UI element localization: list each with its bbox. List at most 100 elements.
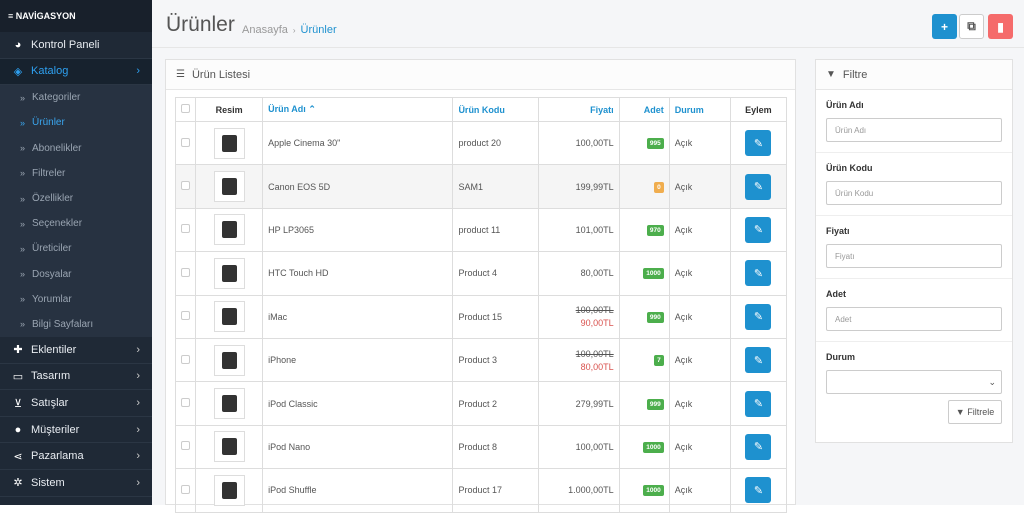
panel-title: Filtre (842, 68, 868, 81)
row-checkbox[interactable] (181, 181, 191, 191)
user-icon: ● (14, 423, 22, 436)
sidebar-subitem-information[interactable]: » Bilgi Sayfaları (0, 312, 152, 337)
status-cell: Açık (668, 468, 731, 513)
sidebar-item-system[interactable]: ✲ Sistem › (0, 470, 152, 497)
add-button[interactable]: + (932, 14, 957, 39)
row-checkbox[interactable] (181, 354, 191, 364)
select-all-checkbox[interactable] (181, 104, 191, 113)
sidebar-subitem-categories[interactable]: » Kategoriler (0, 85, 152, 110)
monitor-icon: ▭ (12, 370, 24, 383)
subitem-label: Dosyalar (32, 268, 72, 280)
col-name[interactable]: Ürün Adı ⌃ (262, 97, 454, 122)
col-price[interactable]: Fiyatı (537, 97, 620, 122)
product-image (213, 171, 245, 203)
col-model[interactable]: Ürün Kodu (452, 97, 539, 122)
sort-status-link[interactable]: Durum (675, 105, 704, 115)
sidebar-item-label: Müşteriler (31, 423, 80, 436)
chevron-right-icon: › (136, 343, 140, 356)
status-cell: Açık (668, 294, 731, 339)
image-cell (195, 251, 264, 296)
sidebar-item-label: Kontrol Paneli (31, 38, 100, 51)
sidebar-subitem-subscriptions[interactable]: » Abonelikler (0, 136, 152, 161)
filter-price-input[interactable]: Fiyatı (826, 244, 1002, 268)
filter-quantity-group: Adet Adet (816, 279, 1012, 342)
col-image: Resim (195, 97, 264, 122)
sidebar-subitem-attributes[interactable]: » Özellikler (0, 186, 152, 211)
chevron-right-icon: › (136, 450, 140, 463)
sort-price-link[interactable]: Fiyatı (590, 105, 614, 115)
sort-quantity-link[interactable]: Adet (644, 105, 664, 115)
filter-status-select[interactable]: ⌄ (826, 370, 1002, 394)
sort-name-link[interactable]: Ürün Adı (268, 104, 306, 114)
action-cell: ✎ (729, 381, 788, 426)
sidebar-item-extensions[interactable]: ✚ Eklentiler › (0, 337, 152, 364)
edit-button[interactable]: ✎ (745, 390, 772, 417)
sidebar-item-catalog[interactable]: ◈ Katalog › (0, 58, 152, 86)
sidebar-subitem-filters[interactable]: » Filtreler (0, 161, 152, 186)
price-cell: 100,00TL 90,00TL (537, 294, 620, 339)
edit-button[interactable]: ✎ (745, 433, 772, 460)
model-cell: Product 8 (452, 424, 539, 470)
sidebar-subitem-options[interactable]: » Seçenekler (0, 211, 152, 236)
edit-button[interactable]: ✎ (745, 260, 772, 287)
filter-name-input[interactable]: Ürün Adı (826, 118, 1002, 142)
regular-price: 100,00TL (575, 305, 614, 316)
row-checkbox[interactable] (181, 224, 191, 234)
trash-icon: ▮ (997, 19, 1004, 34)
list-icon: ☰ (176, 69, 185, 80)
edit-button[interactable]: ✎ (745, 173, 772, 200)
breadcrumb-current[interactable]: Ürünler (301, 24, 337, 36)
sidebar-item-customers[interactable]: ● Müşteriler › (0, 417, 152, 444)
subitem-label: Üreticiler (32, 243, 72, 255)
copy-button[interactable]: ⧉ (959, 14, 984, 39)
page-header: Ürünler Anasayfa › Ürünler + ⧉ ▮ (152, 0, 1024, 48)
page-title: Ürünler (166, 13, 235, 36)
filter-model-input[interactable]: Ürün Kodu (826, 181, 1002, 205)
quantity-cell: 999 (618, 381, 670, 426)
delete-button[interactable]: ▮ (988, 14, 1013, 39)
sidebar-item-sales[interactable]: ⊻ Satışlar › (0, 390, 152, 417)
sidebar-item-dashboard[interactable]: ◕ Kontrol Paneli (0, 32, 152, 59)
row-checkbox[interactable] (181, 267, 191, 277)
product-table: Resim Ürün Adı ⌃ Ürün Kodu Fiyatı Adet D… (174, 97, 788, 513)
price-cell: 100,00TL 80,00TL (537, 337, 620, 383)
sort-model-link[interactable]: Ürün Kodu (458, 105, 505, 115)
filter-button[interactable]: ▼ Filtrele (948, 400, 1002, 424)
sidebar-subitem-manufacturers[interactable]: » Üreticiler (0, 236, 152, 261)
product-image (213, 214, 245, 246)
row-checkbox[interactable] (181, 311, 191, 321)
row-checkbox[interactable] (181, 484, 191, 494)
col-status[interactable]: Durum (668, 97, 731, 122)
edit-button[interactable]: ✎ (745, 347, 772, 374)
quantity-badge: 1000 (643, 268, 664, 280)
select-cell (174, 337, 197, 383)
model-cell: Product 4 (452, 251, 539, 296)
quantity-cell: 7 (618, 337, 670, 383)
subitem-label: Kategoriler (32, 92, 81, 104)
edit-button[interactable]: ✎ (745, 216, 772, 243)
quantity-cell: 1000 (618, 424, 670, 470)
row-checkbox[interactable] (181, 137, 191, 147)
subitem-label: Abonelikler (32, 142, 82, 154)
breadcrumb-home[interactable]: Anasayfa (242, 24, 288, 36)
filter-icon: ▼ (826, 69, 836, 80)
nav-header: ≡ NAVİGASYON (0, 0, 152, 32)
pencil-icon: ✎ (753, 137, 764, 150)
sidebar-subitem-downloads[interactable]: » Dosyalar (0, 262, 152, 287)
name-cell: Canon EOS 5D (262, 164, 454, 209)
sidebar-item-design[interactable]: ▭ Tasarım › (0, 364, 152, 391)
sidebar-item-label: Katalog (31, 65, 69, 78)
sidebar-subitem-reviews[interactable]: » Yorumlar (0, 287, 152, 312)
col-quantity[interactable]: Adet (618, 97, 670, 122)
edit-button[interactable]: ✎ (745, 130, 772, 157)
double-chevron-icon: » (20, 269, 26, 280)
row-checkbox[interactable] (181, 398, 191, 408)
model-cell: Product 2 (452, 381, 539, 426)
row-checkbox[interactable] (181, 441, 191, 451)
sidebar-subitem-products[interactable]: » Ürünler (0, 110, 152, 135)
sidebar-item-marketing[interactable]: ⋖ Pazarlama › (0, 443, 152, 471)
edit-button[interactable]: ✎ (745, 477, 772, 504)
table-row: iPod Nano Product 8 100,00TL 1000 Açık ✎ (174, 424, 788, 470)
edit-button[interactable]: ✎ (745, 303, 772, 330)
filter-quantity-input[interactable]: Adet (826, 307, 1002, 331)
